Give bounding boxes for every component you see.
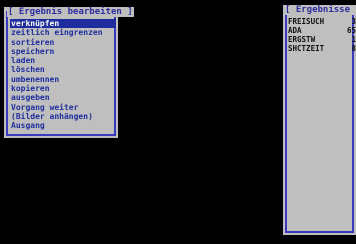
result-name: SHCTZEIT — [288, 44, 325, 53]
results-window: [ Ergebnisse ] FREISUCH 3 ADA 65 ERGSTW … — [283, 5, 356, 235]
menu-item-kopieren[interactable]: kopieren — [10, 84, 116, 93]
menu-item-speichern[interactable]: speichern — [10, 47, 116, 56]
result-count: 8 — [351, 44, 356, 53]
result-row[interactable]: ADA 65 — [288, 26, 356, 35]
result-count: 65 — [346, 26, 356, 35]
menu-window-title: [ Ergebnis bearbeiten ] — [7, 7, 134, 17]
result-name: ADA — [288, 26, 302, 35]
menu-list: verknüpfen zeitlich eingrenzen sortieren… — [10, 19, 116, 131]
result-row[interactable]: ERGSTW 1 — [288, 35, 356, 44]
edit-result-menu-window: [ Ergebnis bearbeiten ] verknüpfen zeitl… — [4, 7, 134, 138]
menu-item-vorgang-weiter[interactable]: Vorgang weiter — [10, 103, 116, 112]
menu-item-ausgeben[interactable]: ausgeben — [10, 93, 116, 102]
menu-item-sortieren[interactable]: sortieren — [10, 38, 116, 47]
results-window-title: [ Ergebnisse ] — [284, 5, 356, 15]
menu-item-verknuepfen[interactable]: verknüpfen — [10, 19, 116, 29]
results-list: FREISUCH 3 ADA 65 ERGSTW 1 SHCTZEIT 8 — [288, 17, 356, 53]
menu-item-zeitlich-eingrenzen[interactable]: zeitlich eingrenzen — [10, 28, 116, 37]
menu-item-ausgang[interactable]: Ausgang — [10, 121, 116, 130]
terminal-screen: [ Ergebnis bearbeiten ] verknüpfen zeitl… — [0, 0, 356, 244]
result-count: 3 — [351, 17, 356, 26]
result-row[interactable]: SHCTZEIT 8 — [288, 44, 356, 53]
result-count: 1 — [351, 35, 356, 44]
result-name: FREISUCH — [288, 17, 325, 26]
menu-item-laden[interactable]: laden — [10, 56, 116, 65]
menu-item-loeschen[interactable]: löschen — [10, 65, 116, 74]
result-name: ERGSTW — [288, 35, 316, 44]
result-row[interactable]: FREISUCH 3 — [288, 17, 356, 26]
menu-item-umbenennen[interactable]: umbenennen — [10, 75, 116, 84]
menu-item-bilder-anhaengen[interactable]: (Bilder anhängen) — [10, 112, 116, 121]
